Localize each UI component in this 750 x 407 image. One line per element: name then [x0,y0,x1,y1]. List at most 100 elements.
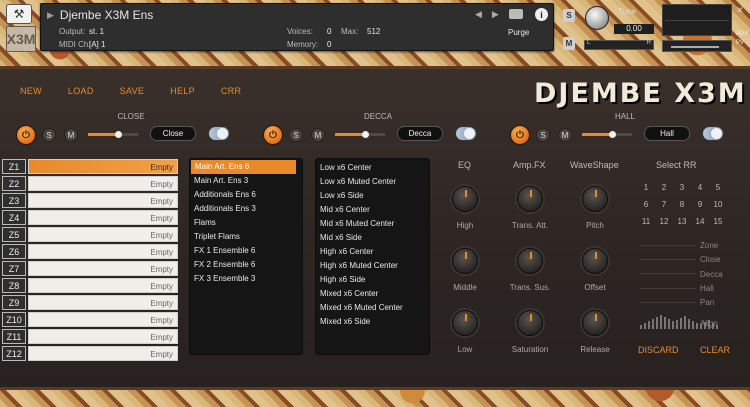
eq-middle-knob[interactable] [452,248,478,274]
rr-number[interactable]: 9 [692,200,708,209]
tune-knob[interactable] [585,6,609,30]
max-value[interactable]: 512 [367,27,380,36]
mic-mute-button[interactable]: M [311,128,325,142]
list-item[interactable]: FX 1 Ensemble 6 [190,244,302,258]
mic-room-button[interactable]: Hall [644,126,690,141]
rr-number[interactable]: 15 [710,217,726,226]
menu-load[interactable]: LOAD [68,86,94,96]
rr-number[interactable]: 7 [656,200,672,209]
zone-id[interactable]: Z7 [2,261,26,276]
zone-id[interactable]: Z12 [2,346,26,361]
camera-icon[interactable] [509,9,523,19]
instrument-name[interactable]: Djembe X3M Ens [60,8,153,22]
list-item[interactable]: High x6 Side [316,273,429,287]
zone-id[interactable]: Z6 [2,244,26,259]
zone-slot[interactable]: Empty [28,261,178,276]
zone-id[interactable]: Z8 [2,278,26,293]
list-item[interactable]: Mixed x6 Side [316,315,429,329]
menu-save[interactable]: SAVE [120,86,145,96]
list-item[interactable]: Additionals Ens 3 [190,202,302,216]
release-knob[interactable] [582,310,608,336]
menu-rr[interactable]: CRR [221,86,241,96]
list-item[interactable]: Low x6 Muted Center [316,175,429,189]
purge-dropdown[interactable]: Purge [508,28,529,37]
zone-slot[interactable]: Empty [28,346,178,361]
aux-label[interactable]: AUX [736,30,748,39]
rr-number[interactable]: 14 [692,217,708,226]
power-icon[interactable]: ⏻ [263,125,283,145]
list-item[interactable]: FX 2 Ensemble 6 [190,258,302,272]
zone-slot[interactable]: Empty [28,227,178,242]
rr-number[interactable]: 2 [656,183,672,192]
list-item[interactable]: Low x6 Center [316,161,429,175]
zone-id[interactable]: Z5 [2,227,26,242]
rr-number[interactable]: 1 [638,183,654,192]
rr-number[interactable]: 10 [710,200,726,209]
list-item[interactable]: Mixed x6 Center [316,287,429,301]
rr-number[interactable]: 3 [674,183,690,192]
offset-knob[interactable] [582,248,608,274]
trans-att-knob[interactable] [517,186,543,212]
list-item[interactable]: Main Art. Ens 3 [190,174,302,188]
trans-sus-knob[interactable] [517,248,543,274]
zone-id[interactable]: Z11 [2,329,26,344]
rr-number[interactable]: 8 [674,200,690,209]
volume-slider[interactable] [662,40,732,52]
list-item[interactable]: High x6 Muted Center [316,259,429,273]
mic-room-button[interactable]: Decca [397,126,443,141]
zone-id[interactable]: Z1 [2,159,26,174]
hall-line[interactable] [640,288,696,289]
list-item[interactable]: Mixed x6 Muted Center [316,301,429,315]
list-item[interactable]: Low x6 Side [316,189,429,203]
pv-label[interactable]: PV [736,39,748,48]
zone-id[interactable]: Z3 [2,193,26,208]
rr-number[interactable]: 4 [692,183,708,192]
zone-slot[interactable]: Empty [28,312,178,327]
pitch-knob[interactable] [582,186,608,212]
mic-solo-button[interactable]: S [289,128,303,142]
zone-slot[interactable]: Empty [28,159,178,174]
zone-slot[interactable]: Empty [28,329,178,344]
mic-solo-button[interactable]: S [536,128,550,142]
zone-slot[interactable]: Empty [28,210,178,225]
midi-value[interactable]: [A] 1 [89,40,105,49]
zone-slot[interactable]: Empty [28,193,178,208]
mic-volume-fader[interactable] [582,131,632,138]
rr-number[interactable]: 5 [710,183,726,192]
list-item[interactable]: FX 3 Ensemble 3 [190,272,302,286]
mic-mute-button[interactable]: M [558,128,572,142]
pan-line[interactable] [640,302,696,303]
zone-slot[interactable]: Empty [28,244,178,259]
solo-button[interactable]: S [563,9,575,22]
close-icon[interactable]: ✕ [736,5,744,16]
mic-toggle-switch[interactable] [455,126,477,141]
output-value[interactable]: st. 1 [89,27,104,36]
menu-help[interactable]: HELP [170,86,195,96]
list-item[interactable]: Triplet Flams [190,230,302,244]
zone-slot[interactable]: Empty [28,278,178,293]
zone-id[interactable]: Z10 [2,312,26,327]
list-item[interactable]: High x6 Center [316,245,429,259]
info-icon[interactable]: i [535,8,548,21]
list-item[interactable]: Mid x6 Center [316,203,429,217]
decca-line[interactable] [640,273,696,274]
zone-id[interactable]: Z4 [2,210,26,225]
zone-slot[interactable]: Empty [28,176,178,191]
list-item[interactable]: Mid x6 Side [316,231,429,245]
eq-low-knob[interactable] [452,310,478,336]
list-item[interactable]: Mid x6 Muted Center [316,217,429,231]
list-item[interactable]: Main Art. Ens 6 [191,160,296,174]
rr-number[interactable]: 11 [638,217,654,226]
power-icon[interactable]: ⏻ [16,125,36,145]
close-line[interactable] [640,259,696,260]
rr-number[interactable]: 13 [674,217,690,226]
mic-volume-fader[interactable] [88,131,138,138]
list-item[interactable]: Additionals Ens 6 [190,188,302,202]
saturation-knob[interactable] [517,310,543,336]
rr-number[interactable]: 12 [656,217,672,226]
mic-mute-button[interactable]: M [64,128,78,142]
zone-line[interactable] [640,245,696,246]
rr-number[interactable]: 6 [638,200,654,209]
eq-high-knob[interactable] [452,186,478,212]
clear-button[interactable]: CLEAR [700,345,730,355]
